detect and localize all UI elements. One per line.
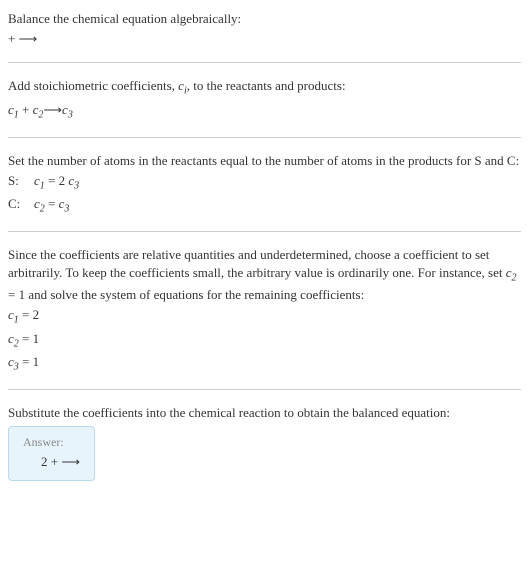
- r1-val: = 2: [19, 307, 39, 322]
- step1-intro: Add stoichiometric coefficients, ci, to …: [8, 77, 521, 99]
- step3-intro: Since the coefficients are relative quan…: [8, 246, 521, 304]
- s-label: S:: [8, 172, 24, 194]
- step3-intro-part1: Since the coefficients are relative quan…: [8, 247, 506, 280]
- answer-title: Answer:: [23, 435, 80, 450]
- step1-intro-part1: Add stoichiometric coefficients,: [8, 78, 178, 93]
- separator-3: [8, 231, 521, 232]
- separator-2: [8, 137, 521, 138]
- c-c3-sub: 3: [64, 204, 69, 215]
- r3-val: = 1: [19, 354, 39, 369]
- result-c2: c2 = 1: [8, 330, 521, 352]
- separator-1: [8, 62, 521, 63]
- c3-sub: 3: [68, 110, 73, 121]
- step3-intro-part2: = 1 and solve the system of equations fo…: [8, 287, 364, 302]
- initial-equation: + ⟶: [8, 30, 521, 48]
- set-c2-sub: 2: [512, 273, 517, 284]
- result-c1: c1 = 2: [8, 306, 521, 328]
- c-label: C:: [8, 195, 24, 217]
- title: Balance the chemical equation algebraica…: [8, 10, 521, 28]
- stoich-expression: c1 + c2 ⟶ c3: [8, 101, 521, 123]
- plus-1: +: [19, 102, 33, 117]
- answer-equation: 2 + ⟶: [23, 454, 80, 470]
- answer-box: Answer: 2 + ⟶: [8, 426, 95, 481]
- step2-intro: Set the number of atoms in the reactants…: [8, 152, 521, 170]
- result-c3: c3 = 1: [8, 353, 521, 375]
- c-eq: =: [45, 196, 59, 211]
- step1-intro-part2: , to the reactants and products:: [187, 78, 346, 93]
- arrow-1: ⟶: [43, 101, 62, 119]
- equation-c: C: c2 = c3: [8, 195, 521, 217]
- s-c3-sub: 3: [74, 180, 79, 191]
- s-expression: c1 = 2 c3: [34, 172, 79, 194]
- s-eq: = 2: [45, 173, 69, 188]
- separator-4: [8, 389, 521, 390]
- c-expression: c2 = c3: [34, 195, 69, 217]
- r2-val: = 1: [19, 331, 39, 346]
- equation-s: S: c1 = 2 c3: [8, 172, 521, 194]
- step4-intro: Substitute the coefficients into the che…: [8, 404, 521, 422]
